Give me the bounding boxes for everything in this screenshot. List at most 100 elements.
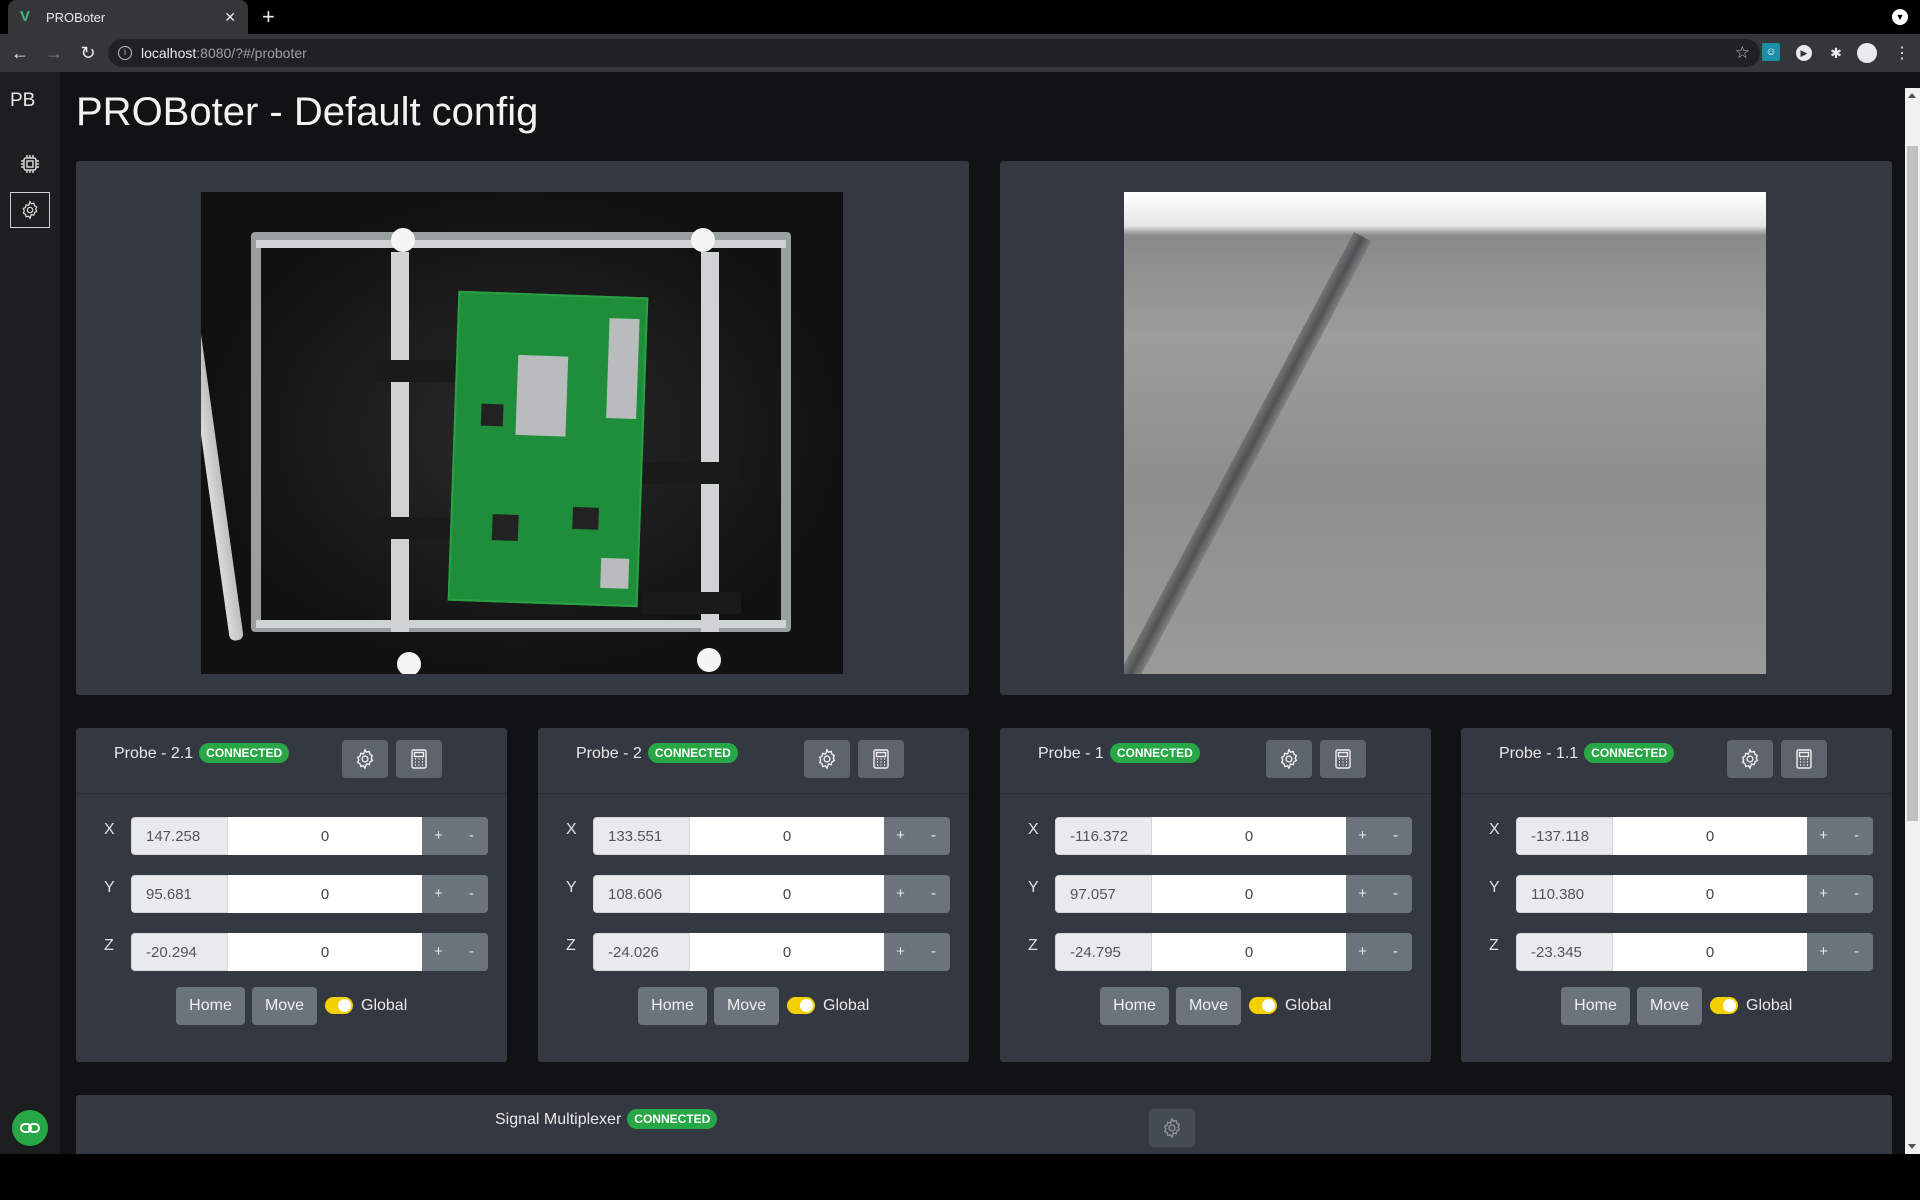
bookmark-star-icon[interactable]: ☆ (1735, 43, 1750, 63)
axis-decrement-button[interactable]: - (1379, 933, 1412, 971)
forward-button[interactable]: → (40, 43, 68, 64)
axis-increment-button[interactable]: + (884, 933, 917, 971)
axis-increment-button[interactable]: + (422, 933, 455, 971)
probe-camera-feed[interactable] (1124, 192, 1766, 674)
axis-row-y: Y 97.057 +- (1000, 875, 1431, 913)
axis-decrement-button[interactable]: - (917, 875, 950, 913)
axis-label: Z (104, 937, 114, 954)
new-tab-button[interactable]: + (262, 4, 275, 30)
axis-increment-button[interactable]: + (422, 875, 455, 913)
probe-settings-button[interactable] (1266, 740, 1312, 778)
axis-increment-button[interactable]: + (1346, 933, 1379, 971)
axis-step-input[interactable] (690, 933, 884, 971)
probe-header: Probe - 2 CONNECTED (538, 728, 969, 794)
tab-search-icon[interactable]: ▼ (1892, 9, 1908, 25)
axis-decrement-button[interactable]: - (917, 817, 950, 855)
address-bar[interactable]: i localhost:8080/?#/proboter ☆ (108, 39, 1760, 67)
move-button[interactable]: Move (714, 987, 779, 1025)
axis-decrement-button[interactable]: - (455, 875, 488, 913)
link-icon (20, 1123, 40, 1133)
profile-avatar-icon[interactable] (1857, 43, 1877, 63)
move-button[interactable]: Move (1637, 987, 1702, 1025)
scroll-up-arrow[interactable] (1908, 93, 1916, 98)
axis-decrement-button[interactable]: - (1379, 875, 1412, 913)
axis-label: Z (1028, 937, 1038, 954)
axis-step-input[interactable] (690, 875, 884, 913)
axis-increment-button[interactable]: + (422, 817, 455, 855)
scroll-down-arrow[interactable] (1908, 1144, 1916, 1149)
axis-increment-button[interactable]: + (1346, 817, 1379, 855)
home-button[interactable]: Home (1100, 987, 1169, 1025)
static-camera-feed[interactable] (201, 192, 843, 674)
axis-increment-button[interactable]: + (884, 875, 917, 913)
sidebar-item-hardware[interactable] (10, 146, 50, 182)
move-button[interactable]: Move (252, 987, 317, 1025)
probe-actions: Home Move Global (1000, 987, 1431, 1025)
axis-decrement-button[interactable]: - (455, 817, 488, 855)
probe-settings-button[interactable] (804, 740, 850, 778)
site-info-icon[interactable]: i (118, 46, 132, 60)
axis-decrement-button[interactable]: - (917, 933, 950, 971)
probe-calibration-button[interactable] (858, 740, 904, 778)
global-toggle[interactable] (787, 997, 815, 1014)
browser-tab[interactable]: V PROBoter ✕ (8, 0, 248, 34)
browser-tab-bar: V PROBoter ✕ + ▼ (0, 0, 1920, 34)
probe-needle (1124, 232, 1372, 674)
axis-decrement-button[interactable]: - (1379, 817, 1412, 855)
axis-step-input[interactable] (1613, 875, 1807, 913)
browser-menu-icon[interactable]: ⋮ (1892, 43, 1912, 63)
axis-increment-button[interactable]: + (1346, 875, 1379, 913)
probe-panel-4: Probe - 1.1CONNECTED X-137.118+-Y110.380… (1461, 728, 1892, 1062)
axis-decrement-button[interactable]: - (1840, 875, 1873, 913)
axis-decrement-button[interactable]: - (1840, 817, 1873, 855)
axis-decrement-button[interactable]: - (455, 933, 488, 971)
url-path: :8080/?#/proboter (196, 45, 307, 61)
axis-step-input[interactable] (690, 817, 884, 855)
global-toggle[interactable] (1710, 997, 1738, 1014)
probe-calibration-button[interactable] (1320, 740, 1366, 778)
axis-step-input[interactable] (228, 933, 422, 971)
probe-title: Probe - 2 CONNECTED (576, 743, 738, 763)
gear-icon (1280, 748, 1298, 770)
pcb-connector (600, 557, 630, 589)
axis-step-input[interactable] (1152, 875, 1346, 913)
global-label: Global (1285, 997, 1332, 1014)
probe-settings-button[interactable] (342, 740, 388, 778)
move-button[interactable]: Move (1176, 987, 1241, 1025)
sidebar-item-settings[interactable] (10, 192, 50, 228)
connection-status-button[interactable] (12, 1110, 48, 1146)
reload-button[interactable]: ↻ (74, 43, 102, 64)
home-button[interactable]: Home (638, 987, 707, 1025)
extension-icon[interactable]: ☺ (1762, 43, 1780, 61)
axis-decrement-button[interactable]: - (1840, 933, 1873, 971)
home-button[interactable]: Home (176, 987, 245, 1025)
axis-current-position: 133.551 (593, 817, 690, 855)
axis-step-input[interactable] (1152, 817, 1346, 855)
global-toggle[interactable] (1249, 997, 1277, 1014)
axis-increment-button[interactable]: + (884, 817, 917, 855)
axis-step-input[interactable] (1613, 817, 1807, 855)
axis-step-input[interactable] (228, 875, 422, 913)
home-button[interactable]: Home (1561, 987, 1630, 1025)
extension-play-icon[interactable]: ▶ (1794, 43, 1814, 63)
probe-calibration-button[interactable] (396, 740, 442, 778)
page-scrollbar[interactable] (1905, 88, 1920, 1154)
back-button[interactable]: ← (6, 43, 34, 64)
axis-step-input[interactable] (228, 817, 422, 855)
probe-calibration-button[interactable] (1781, 740, 1827, 778)
extensions-puzzle-icon[interactable]: ✱ (1826, 43, 1846, 63)
axis-row-x: X 147.258 +- (76, 817, 507, 855)
axis-step-input[interactable] (1152, 933, 1346, 971)
axis-increment-button[interactable]: + (1807, 933, 1840, 971)
multiplexer-settings-button[interactable] (1149, 1109, 1195, 1147)
brand-logo[interactable]: PB (10, 90, 35, 112)
axis-increment-button[interactable]: + (1807, 817, 1840, 855)
scrollbar-thumb[interactable] (1907, 146, 1918, 821)
close-tab-icon[interactable]: ✕ (224, 9, 236, 26)
axis-row-z: Z -20.294 +- (76, 933, 507, 971)
global-label: Global (361, 997, 408, 1014)
axis-step-input[interactable] (1613, 933, 1807, 971)
probe-settings-button[interactable] (1727, 740, 1773, 778)
axis-increment-button[interactable]: + (1807, 875, 1840, 913)
global-toggle[interactable] (325, 997, 353, 1014)
